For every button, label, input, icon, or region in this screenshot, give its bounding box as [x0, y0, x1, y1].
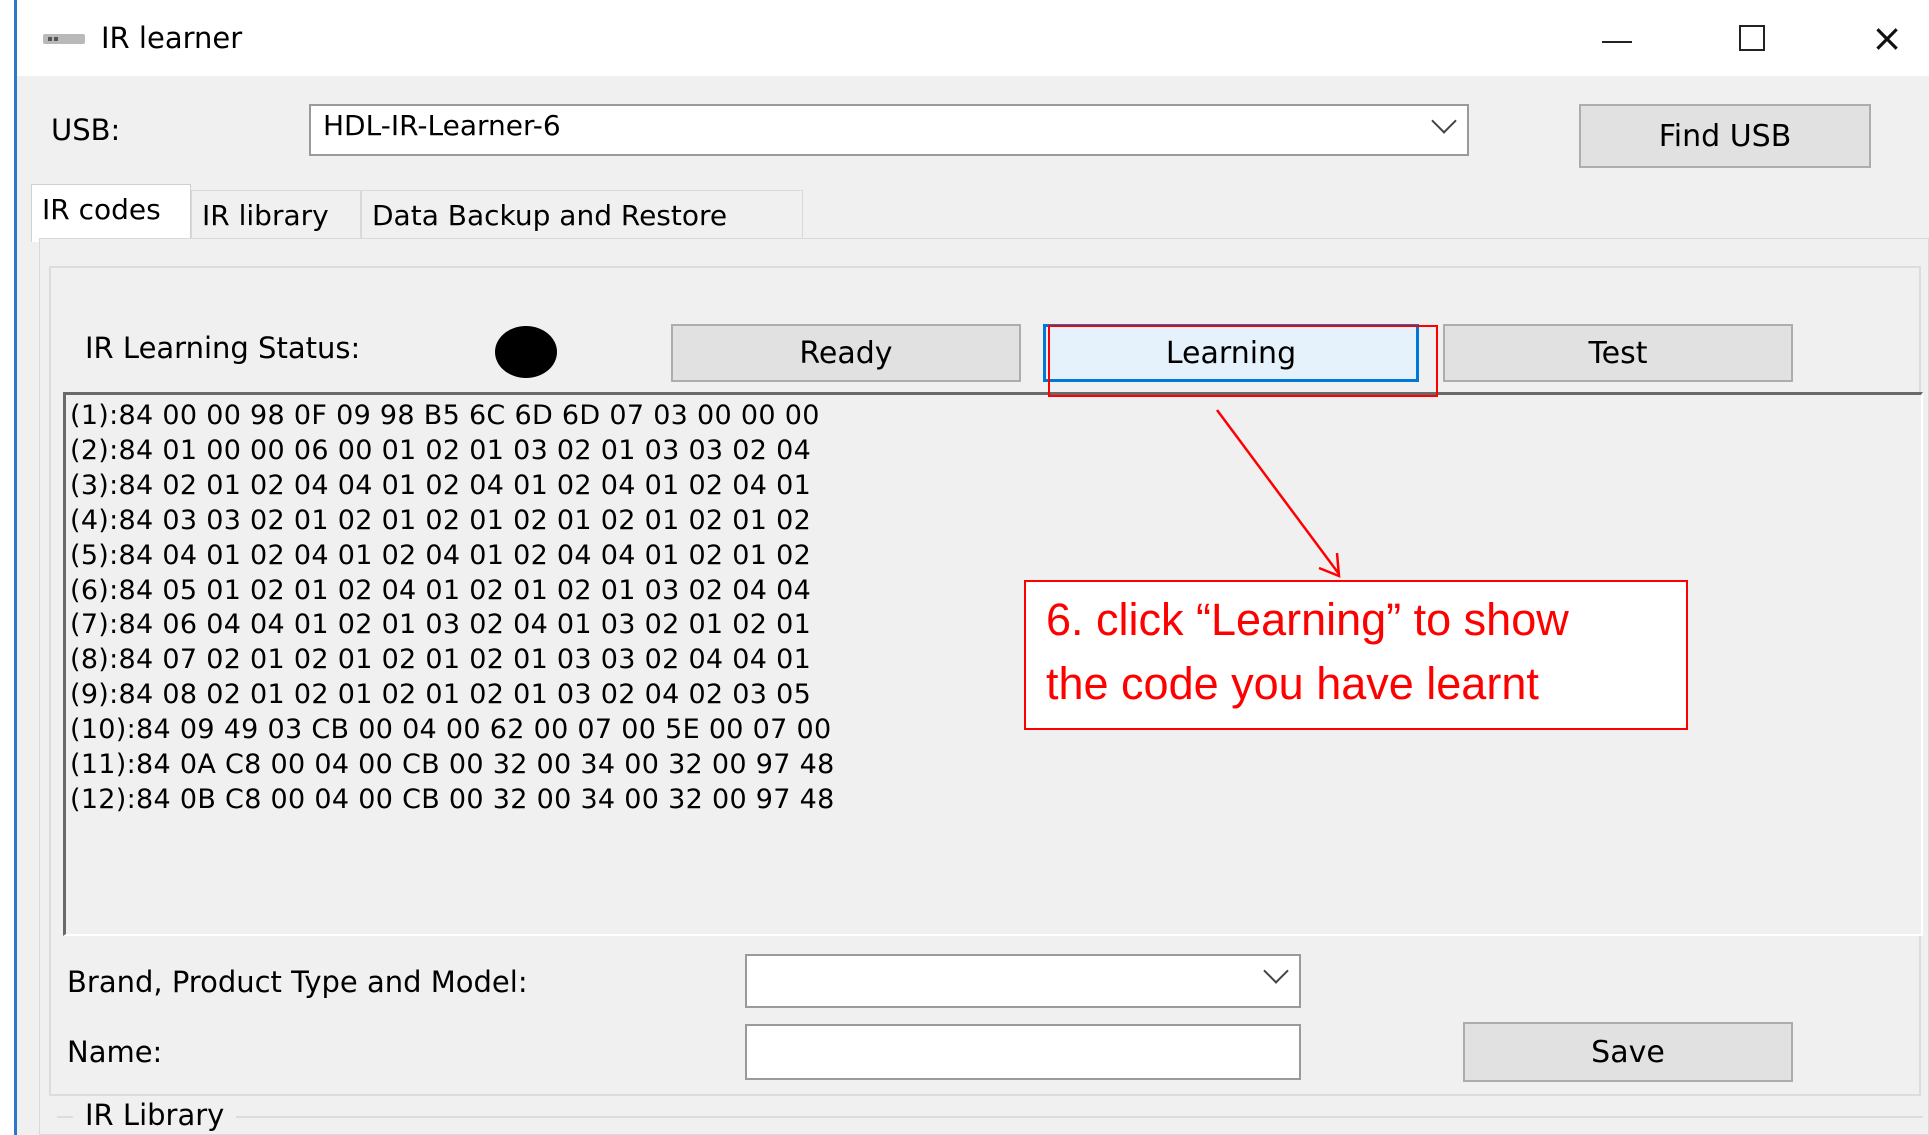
annotation-highlight	[1048, 325, 1438, 397]
code-line: (11):84 0A C8 00 04 00 CB 00 32 00 34 00…	[70, 749, 835, 781]
close-button[interactable]: ×	[1852, 10, 1922, 66]
library-groupbox-border	[57, 1116, 1923, 1118]
minimize-icon	[1602, 41, 1632, 43]
maximize-button[interactable]	[1717, 10, 1787, 66]
status-indicator	[495, 326, 557, 378]
find-usb-button[interactable]: Find USB	[1579, 104, 1871, 168]
window-title: IR learner	[101, 21, 243, 55]
code-line: (12):84 0B C8 00 04 00 CB 00 32 00 34 00…	[70, 783, 835, 815]
code-line: (4):84 03 03 02 01 02 01 02 01 02 01 02 …	[70, 504, 812, 536]
minimize-button[interactable]	[1582, 10, 1652, 66]
tab-ir-library[interactable]: IR library	[191, 190, 361, 242]
name-label: Name:	[67, 1035, 163, 1069]
name-input[interactable]	[745, 1024, 1301, 1080]
brand-select[interactable]	[745, 954, 1301, 1008]
code-line: (1):84 00 00 98 0F 09 98 B5 6C 6D 6D 07 …	[70, 400, 820, 431]
title-bar: IR learner ×	[17, 0, 1929, 76]
maximize-icon	[1739, 25, 1765, 51]
save-button[interactable]: Save	[1463, 1022, 1793, 1082]
chevron-down-icon	[1263, 958, 1289, 984]
usb-label: USB:	[51, 113, 121, 147]
annotation-line-1: 6. click “Learning” to show	[1046, 594, 1569, 645]
brand-label: Brand, Product Type and Model:	[67, 965, 528, 999]
ir-library-legend: IR Library	[73, 1097, 237, 1133]
annotation-callout: 6. click “Learning” to show the code you…	[1024, 580, 1688, 730]
ir-learner-window: IR learner × USB: HDL-IR-Learner-6 Find …	[14, 0, 1929, 1135]
learning-status-label: IR Learning Status:	[85, 331, 361, 365]
tab-data-backup-restore[interactable]: Data Backup and Restore	[361, 190, 803, 242]
usb-select-value: HDL-IR-Learner-6	[323, 109, 561, 142]
annotation-line-2: the code you have learnt	[1046, 658, 1539, 709]
code-line: (5):84 04 01 02 04 01 02 04 01 02 04 04 …	[70, 539, 812, 571]
close-icon: ×	[1871, 16, 1903, 60]
usb-select[interactable]: HDL-IR-Learner-6	[309, 104, 1469, 156]
test-button[interactable]: Test	[1443, 324, 1793, 382]
code-line: (3):84 02 01 02 04 04 01 02 04 01 02 04 …	[70, 469, 812, 501]
code-line: (2):84 01 00 00 06 00 01 02 01 03 02 01 …	[70, 434, 812, 466]
tab-ir-codes[interactable]: IR codes	[31, 184, 191, 242]
ready-button[interactable]: Ready	[671, 324, 1021, 382]
chevron-down-icon	[1431, 108, 1457, 134]
usb-device-icon	[43, 34, 85, 44]
